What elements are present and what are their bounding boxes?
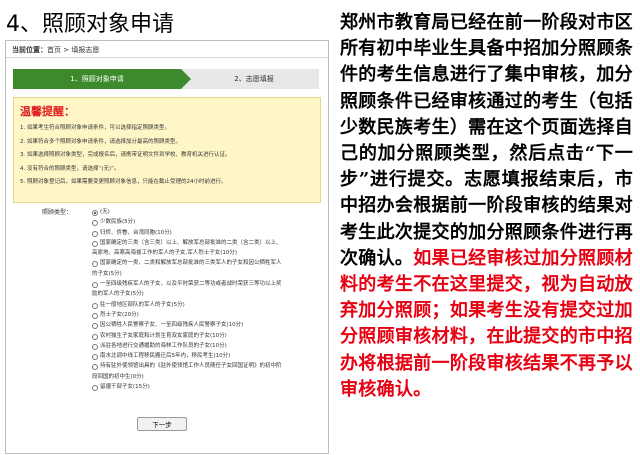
reminder-item: 1. 如果考生符合照顾对象申请条件，可以选择指定照顾类型。 xyxy=(20,125,170,131)
radio-button[interactable] xyxy=(92,354,98,361)
reminder-list: 1. 如果考生符合照顾对象申请条件，可以选择指定照顾类型。 2. 如果符合多个照… xyxy=(20,122,231,190)
care-type-option[interactable]: 因公牺牲人民警察子女、一至四级残疾人民警察子女(10分) xyxy=(92,320,318,330)
breadcrumb-divider xyxy=(6,57,328,58)
slide-title: 4、照顾对象申请 xyxy=(6,12,174,37)
option-label: 南水北调中线工程移民搬迁后5年内，移民考生(10分) xyxy=(100,353,231,360)
option-label: 段回国的初中生(0分) xyxy=(92,373,144,380)
breadcrumb-path[interactable]: 首页 > 填报志愿 xyxy=(47,46,99,54)
reminder-item: 3. 如果选择照顾对象类型，完成报名后，请携带证明文件到学校、教育机关进行认证。 xyxy=(20,152,231,158)
option-label: 派驻各地进行交通援助的海林工作队员的子女(10分) xyxy=(100,342,227,349)
radio-button[interactable] xyxy=(92,282,98,289)
breadcrumb-label: 当前位置： xyxy=(12,46,47,54)
care-type-option[interactable]: (无) xyxy=(92,207,318,217)
care-type-option[interactable]: 归侨、侨眷、台湾同胞(10分) xyxy=(92,228,318,238)
radio-button[interactable] xyxy=(92,323,98,330)
step-volunteer-filling: 2、志愿填报 xyxy=(234,75,274,83)
care-type-option[interactable]: 派驻各地进行交通援助的海林工作队员的子女(10分) xyxy=(92,341,318,351)
radio-button[interactable] xyxy=(92,220,98,227)
option-label: 高原地、高寒高海拔工作的军人的子女,军人烈士子女(10分) xyxy=(92,250,238,257)
radio-button[interactable] xyxy=(92,210,98,216)
care-type-option[interactable]: 南水北调中线工程移民搬迁后5年内，移民考生(10分) xyxy=(92,351,318,361)
step-progress-bar: 1、照顾对象申请 2、志愿填报 xyxy=(13,69,319,89)
option-label: 一至四级残疾军人的子女，以及平时荣获二等功或者战时荣获三等功以上奖 xyxy=(100,281,282,288)
reminder-box: 温馨提醒： 1. 如果考生符合照顾对象申请条件，可以选择指定照顾类型。 2. 如… xyxy=(13,97,321,203)
care-type-option[interactable]: 持有驻外使领馆出具的《驻外使领馆工作人员随任子女回国证明》的初中阶 xyxy=(92,361,318,371)
care-type-option[interactable]: 烈士子女(20分) xyxy=(92,310,318,320)
next-step-button[interactable]: 下一步 xyxy=(137,417,187,431)
option-label: 归侨、侨眷、台湾同胞(10分) xyxy=(100,229,172,236)
care-type-option[interactable]: 农村独生子女家庭和计划生育双女家庭的子女(10分) xyxy=(92,331,318,341)
care-type-label: 照顾类型： xyxy=(42,209,73,216)
option-label: 驻一般地区部队的军人的子女(5分) xyxy=(100,301,185,308)
radio-button[interactable] xyxy=(92,385,98,392)
radio-button[interactable] xyxy=(92,364,98,371)
option-label: (无) xyxy=(100,209,110,215)
option-label: 因公牺牲人民警察子女、一至四级残疾人民警察子女(10分) xyxy=(100,322,244,329)
care-type-option-continued: 段回国的初中生(0分) xyxy=(92,372,318,382)
webpage-screenshot: 当前位置：首页 > 填报志愿 1、照顾对象申请 2、志愿填报 温馨提醒： 1. … xyxy=(5,40,329,454)
option-label: 持有驻外使领馆出具的《驻外使领馆工作人员随任子女回国证明》的初中阶 xyxy=(100,363,282,370)
option-label: 农村独生子女家庭和计划生育双女家庭的子女(10分) xyxy=(100,332,227,339)
radio-button[interactable] xyxy=(92,230,98,237)
option-label: 留疆干部子女(15分) xyxy=(100,384,150,391)
care-type-option-continued: 励的军人的子女(5分) xyxy=(92,289,318,299)
care-type-options: (无) 少数民族(5分) 归侨、侨眷、台湾同胞(10分) 国家确定的三类（含三类）以上… xyxy=(92,207,318,392)
step-care-application: 1、照顾对象申请 xyxy=(13,69,191,89)
option-label: 烈士子女(20分) xyxy=(100,311,139,318)
radio-button[interactable] xyxy=(92,312,98,319)
reminder-title: 温馨提醒： xyxy=(20,105,75,118)
explanation-paragraph: 郑州市教育局已经在前一阶段对市区所有初中毕业生具备中招加分照顾条件的考生信息进行… xyxy=(340,10,633,403)
breadcrumb: 当前位置：首页 > 填报志愿 xyxy=(12,45,99,55)
care-type-option[interactable]: 驻一般地区部队的军人的子女(5分) xyxy=(92,300,318,310)
reminder-item: 5. 照顾对象登记后，如果需要变更照顾对象信息，只能在截止受理的24小时前进行。 xyxy=(20,179,227,185)
care-type-option[interactable]: 一至四级残疾军人的子女，以及平时荣获二等功或者战时荣获三等功以上奖 xyxy=(92,279,318,289)
radio-button[interactable] xyxy=(92,240,98,247)
radio-button[interactable] xyxy=(92,333,98,340)
option-label: 国家确定的三类（含三类）以上、解放军总部批准的二类（含二类）以上、 xyxy=(100,239,282,246)
option-label: 少数民族(5分) xyxy=(100,219,136,226)
option-label: 的子女(5分) xyxy=(92,270,122,277)
care-type-option[interactable]: 留疆干部子女(15分) xyxy=(92,382,318,392)
care-type-option[interactable]: 国家确定的三类（含三类）以上、解放军总部批准的二类（含二类）以上、 xyxy=(92,238,318,248)
explanation-text: 郑州市教育局已经在前一阶段对市区所有初中毕业生具备中招加分照顾条件的考生信息进行… xyxy=(340,12,633,269)
radio-button[interactable] xyxy=(92,302,98,309)
care-type-option[interactable]: 国家确定的一类、二类和解放军总部批准的三类军人的子女和因公牺牲军人 xyxy=(92,258,318,268)
warning-text: 如果已经审核过加分照顾材料的考生不在这里提交，视为自动放弃加分照顾；如果考生没有… xyxy=(340,247,633,400)
care-type-option-continued: 高原地、高寒高海拔工作的军人的子女,军人烈士子女(10分) xyxy=(92,248,318,258)
option-label: 国家确定的一类、二类和解放军总部批准的三类军人的子女和因公牺牲军人 xyxy=(100,260,282,267)
care-type-option[interactable]: 少数民族(5分) xyxy=(92,217,318,227)
radio-button[interactable] xyxy=(92,343,98,350)
reminder-item: 4. 没有符合的照顾类型，请选择“(无)”。 xyxy=(20,165,120,172)
radio-button[interactable] xyxy=(92,261,98,268)
option-label: 励的军人的子女(5分) xyxy=(92,291,144,298)
reminder-item: 2. 如果符合多个照顾对象申请条件，请选择加分最高的照顾类型。 xyxy=(20,138,181,145)
care-type-option-continued: 的子女(5分) xyxy=(92,269,318,279)
